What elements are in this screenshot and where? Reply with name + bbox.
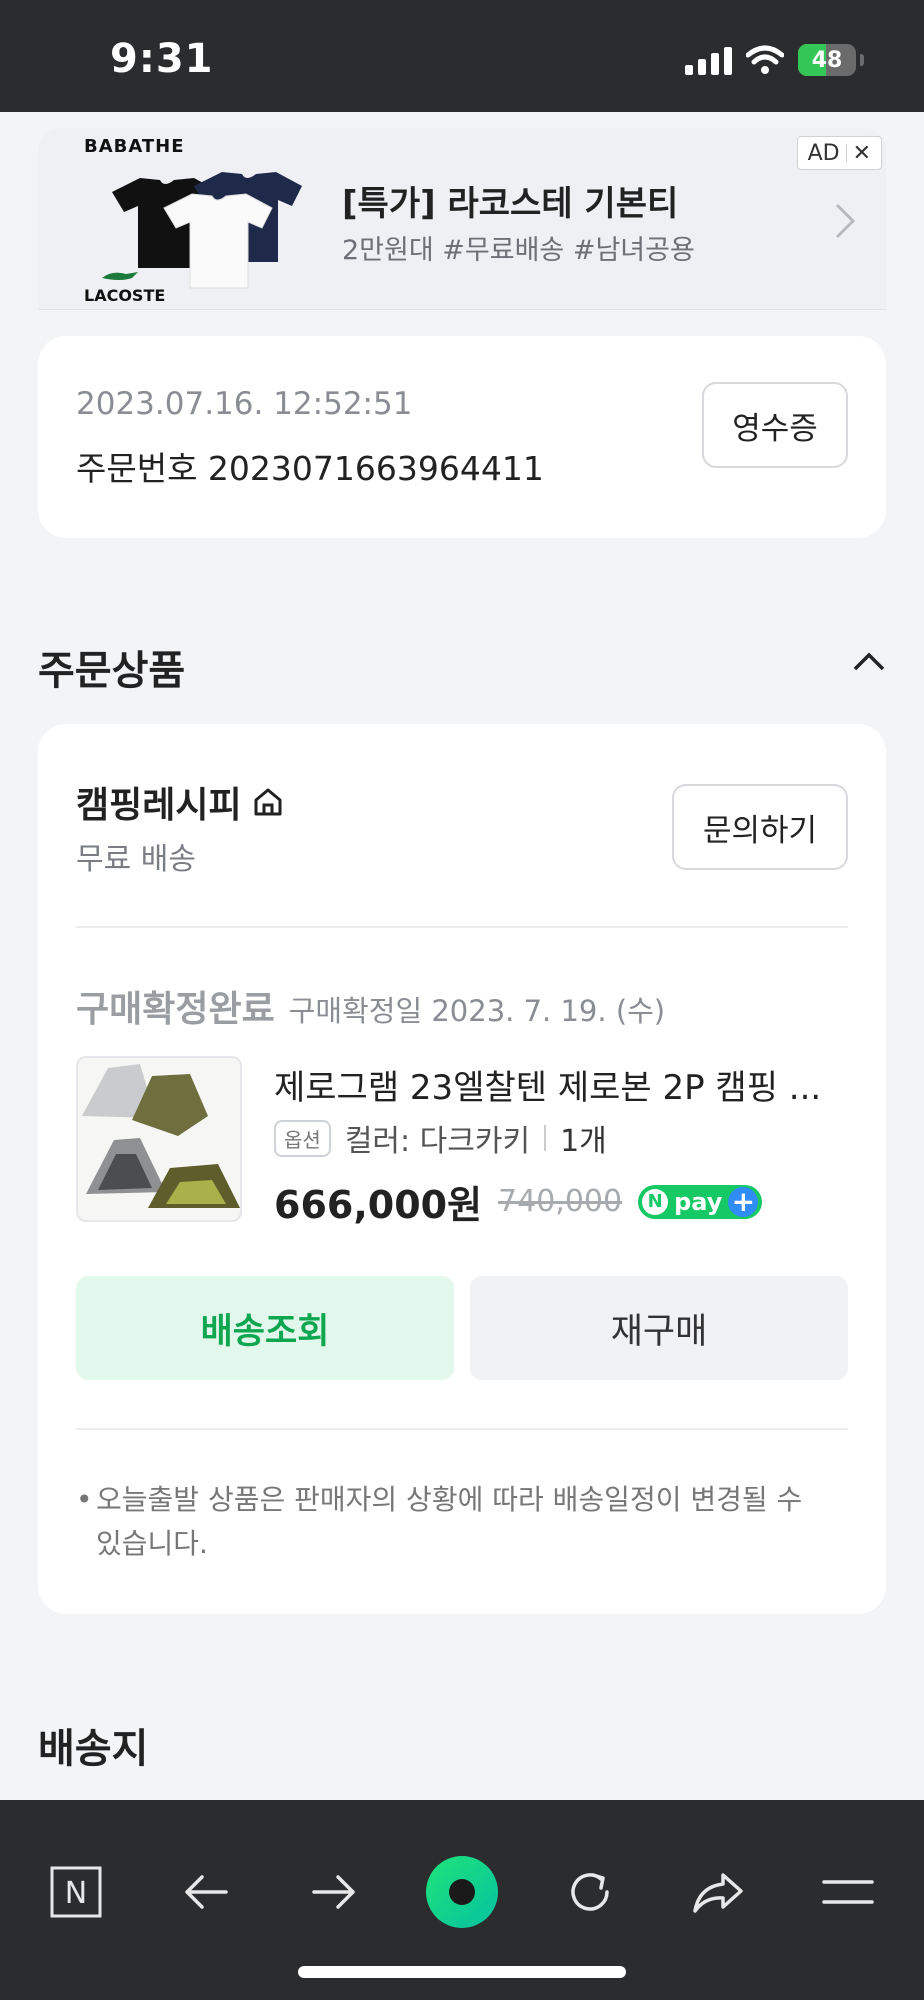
npay-plus-badge: N pay + [638,1184,763,1219]
shipping-notice: 오늘출발 상품은 판매자의 상황에 따라 배송일정이 변경될 수 있습니다. [76,1478,836,1566]
store-home-icon [254,788,282,816]
divider [76,1428,848,1430]
ad-label: AD [807,140,840,166]
receipt-button[interactable]: 영수증 [702,382,848,468]
svg-text:N: N [65,1876,87,1911]
npay-text: pay [674,1187,723,1216]
shipping-address-title: 배송지 [38,1726,149,1772]
purchase-status-row: 구매확정완료 구매확정일 2023. 7. 19. (수) [76,980,665,1032]
arrow-right-icon [312,1875,355,1909]
menu-button[interactable] [816,1860,880,1924]
status-bar: 9:31 48 [0,0,924,112]
seller-name-label: 캠핑레시피 [76,785,242,826]
inquiry-button[interactable]: 문의하기 [672,784,848,870]
share-arrow-icon [693,1873,743,1913]
battery-icon: 48 [798,44,856,76]
shipping-fee: 무료 배송 [76,842,196,877]
ad-title: [특가] 라코스테 기본티 [342,184,679,224]
share-button[interactable] [686,1860,750,1924]
option-value: 컬러: 다크카키 [344,1124,531,1159]
purchase-status: 구매확정완료 [76,989,275,1030]
ad-banner[interactable]: BABATHE LACOSTE [특가] 라코스테 기본티 2만원대 #무료배송… [38,128,886,310]
seller-name[interactable]: 캠핑레시피 [76,776,284,828]
chevron-up-icon[interactable] [852,652,886,672]
confirm-date: 구매확정일 2023. 7. 19. (수) [288,994,666,1028]
sale-price: 666,000원 [274,1183,483,1227]
price-row: 666,000원 740,000 N pay + [274,1174,763,1229]
green-dot-button[interactable] [424,1854,500,1930]
status-time: 9:31 [110,36,214,82]
ad-close-icon[interactable]: ✕ [853,141,871,166]
naver-n-icon: N [50,1866,102,1918]
tent-image [82,1064,240,1208]
arrow-left-icon [185,1875,228,1909]
chevron-right-icon [835,203,856,239]
reload-icon [571,1873,609,1911]
hamburger-menu-icon [822,1880,874,1904]
battery-percent: 48 [811,47,843,73]
ordered-products-title: 주문상품 [38,648,186,694]
product-card: 캠핑레시피 무료 배송 문의하기 구매확정완료 구매확정일 2023. 7. 1… [38,724,886,1614]
track-delivery-button[interactable]: 배송조회 [76,1276,454,1380]
quantity: 1개 [560,1124,607,1159]
rebuy-button[interactable]: 재구매 [470,1276,848,1380]
original-price: 740,000 [498,1184,623,1219]
naver-home-button[interactable]: N [44,1860,108,1924]
forward-button[interactable] [302,1860,366,1924]
product-name[interactable]: 제로그램 23엘찰텐 제로본 2P 캠핑 ... [274,1060,821,1109]
back-button[interactable] [174,1860,238,1924]
home-indicator[interactable] [298,1966,626,1978]
wifi-icon [746,45,784,74]
green-dot-icon [426,1856,498,1928]
plus-icon: + [728,1186,759,1217]
cellular-signal-icon [685,45,732,75]
order-number: 주문번호 2023071663964411 [76,449,544,488]
npay-n-icon: N [642,1188,669,1215]
product-thumbnail[interactable] [76,1056,242,1222]
ad-brand-bottom: LACOSTE [84,286,166,305]
ad-brand-top: BABATHE [84,136,185,157]
ad-badge: AD ✕ [796,136,882,170]
order-date: 2023.07.16. 12:52:51 [76,386,413,422]
option-tag: 옵션 [274,1119,331,1157]
reload-button[interactable] [558,1860,622,1924]
divider [76,926,848,928]
order-info-card: 2023.07.16. 12:52:51 주문번호 20230716639644… [38,336,886,538]
option-row: 옵션 컬러: 다크카키 1개 [274,1116,607,1160]
status-icons: 48 [685,44,864,76]
ad-subtitle: 2만원대 #무료배송 #남녀공용 [342,235,695,266]
lacoste-logo-icon [102,272,138,280]
